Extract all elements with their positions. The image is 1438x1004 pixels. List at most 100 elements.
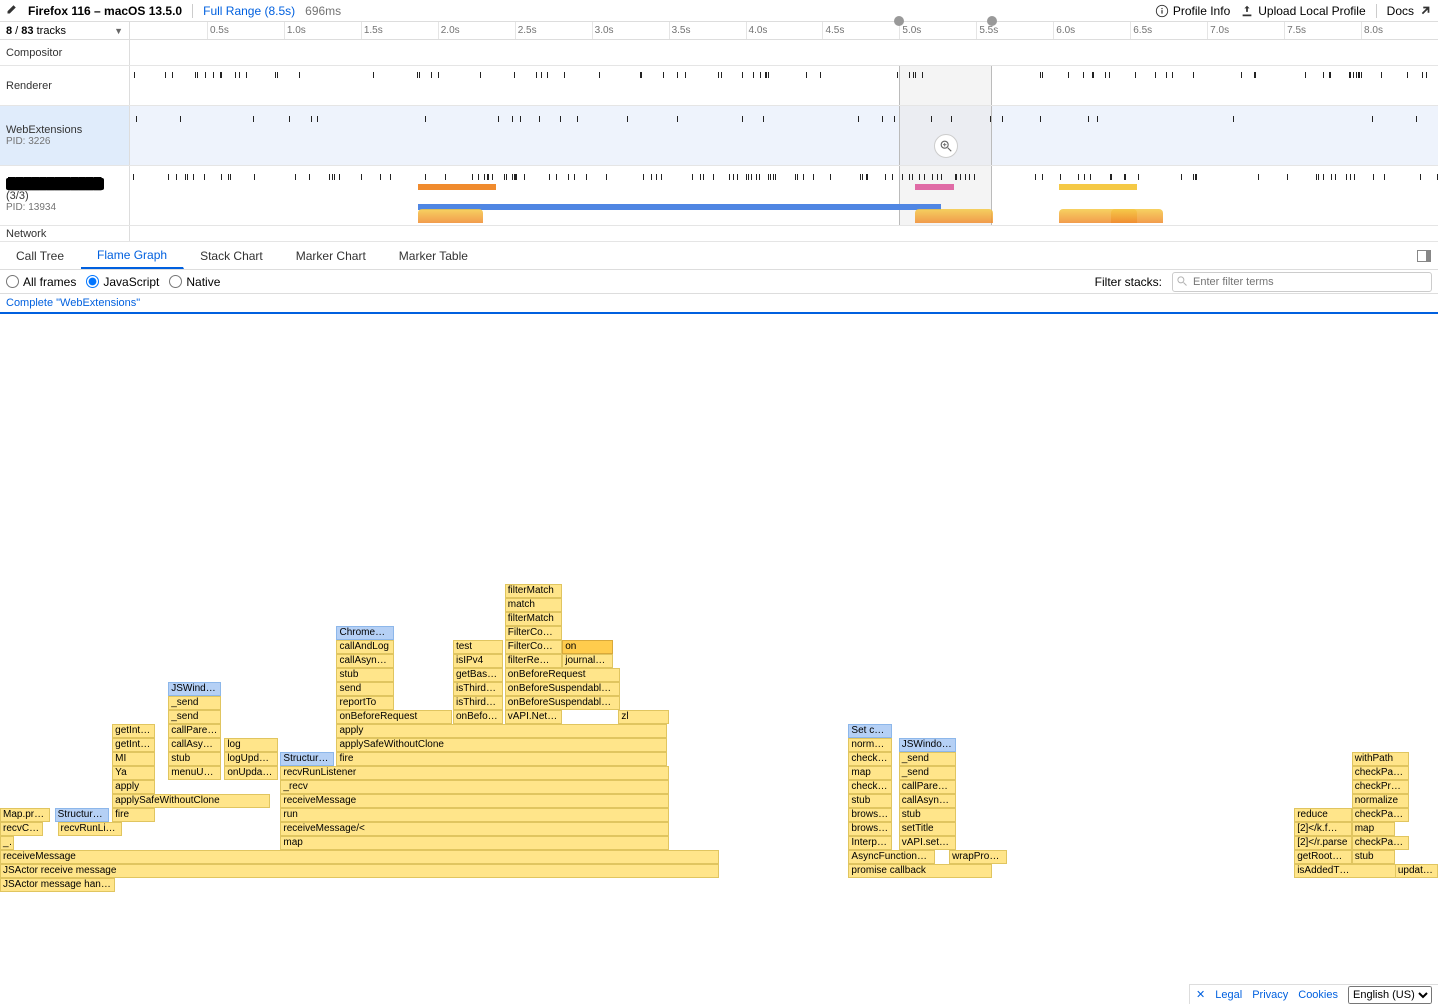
flame-cell[interactable]: JSActor receive message [0,864,719,878]
flame-cell[interactable]: checkPar… [848,752,891,766]
flame-cell[interactable]: onBefor… [453,710,503,724]
flame-cell[interactable]: wrapProm… [949,850,1007,864]
flame-cell[interactable]: _recv [280,780,668,794]
flame-cell[interactable]: onBeforeSuspendabl… [505,696,620,710]
flame-cell[interactable]: checkPar… [1352,766,1410,780]
flame-cell[interactable]: isIPv4 [453,654,503,668]
flame-cell[interactable]: map [1352,822,1395,836]
flame-cell[interactable]: JSActor message handler [0,878,115,892]
flame-cell[interactable]: onBeforeSuspendabl… [505,682,620,696]
flame-cell[interactable]: [2]</k.f… [1294,822,1352,836]
breadcrumb[interactable]: Complete "WebExtensions" [0,294,1438,314]
flame-cell[interactable]: _send [168,696,221,710]
flame-cell[interactable]: MI [112,752,155,766]
radio-javascript[interactable]: JavaScript [86,275,159,289]
flame-cell[interactable]: recvCall… [0,822,43,836]
upload-profile-button[interactable]: Upload Local Profile [1240,4,1365,18]
flame-cell[interactable]: checkPar… [848,780,891,794]
flame-cell[interactable]: getInter… [112,738,155,752]
flame-cell[interactable]: isThird… [453,696,503,710]
flame-cell[interactable]: stub [899,808,957,822]
radio-all-frames[interactable]: All frames [6,275,76,289]
flame-cell[interactable]: callAsyn… [336,654,394,668]
flame-graph-canvas[interactable]: JSActor message handlerJSActor receive m… [0,314,1438,894]
flame-cell[interactable]: stub [168,752,221,766]
flame-cell[interactable]: reportTo [336,696,394,710]
timeline-ruler[interactable]: 0.5s1.0s1.5s2.0s2.5s3.0s3.5s4.0s4.5s5.0s… [130,22,1438,39]
flame-cell[interactable]: setTitle [899,822,957,836]
flame-cell[interactable]: normalize [848,738,891,752]
flame-cell[interactable]: Structur… [280,752,333,766]
flame-cell[interactable]: menuUpda… [168,766,221,780]
flame-cell[interactable]: filterMatch [505,612,563,626]
flame-cell[interactable]: receiveMessage/< [280,822,668,836]
track-renderer[interactable]: Renderer [0,66,1438,106]
flame-cell[interactable]: stub [1352,850,1395,864]
flame-cell[interactable]: callPare… [168,724,221,738]
tab-flame-graph[interactable]: Flame Graph [81,242,184,269]
footer-close-icon[interactable]: ✕ [1196,988,1205,1001]
flame-cell[interactable]: run [280,808,668,822]
flame-cell[interactable]: logUpdated [224,752,277,766]
flame-cell[interactable]: _recv [0,836,14,850]
flame-cell[interactable]: FilterCo… [505,640,563,654]
flame-cell[interactable]: onUpdated [224,766,277,780]
footer-privacy-link[interactable]: Privacy [1252,989,1288,1001]
flame-cell[interactable]: applySafeWithoutClone [336,738,667,752]
full-range-link[interactable]: Full Range (8.5s) [203,4,295,18]
flame-cell[interactable]: callAsyn… [168,738,221,752]
flame-cell[interactable]: callAndLog [336,640,394,654]
track-network[interactable]: Network [0,226,1438,242]
flame-cell[interactable]: reduce [1294,808,1352,822]
zoom-in-button[interactable] [934,134,958,158]
flame-cell[interactable]: isThird… [453,682,503,696]
flame-cell[interactable]: Set cons… [848,724,891,738]
flame-cell[interactable]: JSWindow… [168,682,221,696]
flame-cell[interactable]: _send [899,752,957,766]
track-compositor[interactable]: Compositor [0,40,1438,66]
flame-cell[interactable]: vAPI.Net</< [505,710,563,724]
flame-cell[interactable]: apply [112,780,155,794]
flame-cell[interactable]: getRootD… [1294,850,1352,864]
flame-cell[interactable]: fire [336,752,667,766]
flame-cell[interactable]: browserA… [848,808,891,822]
flame-cell[interactable]: stub [336,668,394,682]
tab-stack-chart[interactable]: Stack Chart [184,242,280,269]
flame-cell[interactable]: recvRunListener [58,822,123,836]
flame-cell[interactable]: Structur… [55,808,110,822]
flame-cell[interactable]: fire [112,808,155,822]
tab-marker-chart[interactable]: Marker Chart [280,242,383,269]
flame-cell[interactable]: Ya [112,766,155,780]
flame-cell[interactable]: _send [899,766,957,780]
flame-cell[interactable]: on [562,640,612,654]
flame-cell[interactable]: callAsyn… [899,794,957,808]
flame-cell[interactable]: filterRe… [505,654,563,668]
flame-cell[interactable]: browserA… [848,822,891,836]
footer-cookies-link[interactable]: Cookies [1298,989,1338,1001]
flame-cell[interactable]: [2]</r.parse [1294,836,1352,850]
footer-legal-link[interactable]: Legal [1215,989,1242,1001]
flame-cell[interactable]: onBeforeRequest [336,710,451,724]
tab-marker-table[interactable]: Marker Table [383,242,485,269]
tab-call-tree[interactable]: Call Tree [0,242,81,269]
docs-link[interactable]: Docs [1387,4,1432,18]
flame-cell[interactable]: map [848,766,891,780]
flame-cell[interactable]: send [336,682,394,696]
flame-cell[interactable]: FilterCo… [505,626,563,640]
flame-cell[interactable]: stub [848,794,891,808]
flame-cell[interactable]: apply [336,724,667,738]
flame-cell[interactable]: Map.prot… [0,808,50,822]
tracks-dropdown[interactable]: 8 / 83 tracks ▼ [0,22,130,39]
flame-cell[interactable]: receiveMessage [280,794,668,808]
flame-cell[interactable]: checkPro… [1352,780,1410,794]
flame-cell[interactable]: getInter… [112,724,155,738]
flame-cell[interactable]: ChromeUt… [336,626,394,640]
edit-icon[interactable] [6,3,18,18]
flame-cell[interactable]: zl [618,710,668,724]
flame-cell[interactable]: checkPar… [1352,808,1410,822]
flame-cell[interactable]: normalize [1352,794,1410,808]
flame-cell[interactable]: getBase… [453,668,503,682]
flame-cell[interactable]: map [280,836,668,850]
flame-cell[interactable]: promise callback [848,864,992,878]
footer-language-select[interactable]: English (US) [1348,986,1432,1004]
